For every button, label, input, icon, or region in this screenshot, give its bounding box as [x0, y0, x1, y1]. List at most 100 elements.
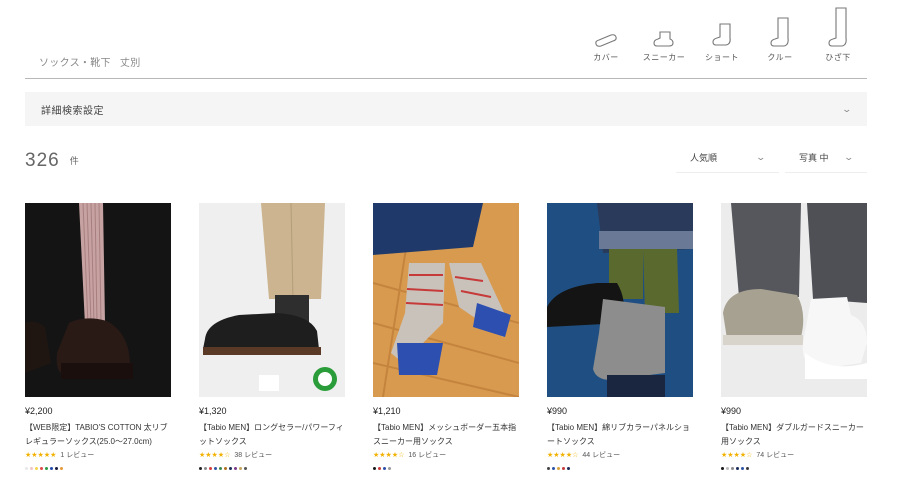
color-swatch[interactable]: [547, 467, 550, 470]
photo-size-select[interactable]: 写真 中 ⌄: [785, 143, 867, 173]
color-swatch[interactable]: [741, 467, 744, 470]
color-swatch[interactable]: [388, 467, 391, 470]
result-count-number: 326: [25, 150, 60, 171]
product-card[interactable]: ¥990 【Tabio MEN】綿リブカラーパネルショートソックス ★★★★☆ …: [547, 203, 693, 470]
product-name[interactable]: 【Tabio MEN】メッシュボーダー五本指スニーカー用ソックス: [373, 421, 519, 449]
color-swatch[interactable]: [373, 467, 376, 470]
color-swatch[interactable]: [30, 467, 33, 470]
color-swatch[interactable]: [731, 467, 734, 470]
color-swatch[interactable]: [204, 467, 207, 470]
chevron-down-icon: ⌄: [841, 103, 853, 114]
chevron-down-icon: ⌄: [755, 152, 767, 162]
color-swatch[interactable]: [557, 467, 560, 470]
photo-size-select-value: 写真 中: [799, 153, 829, 163]
color-swatch[interactable]: [721, 467, 724, 470]
length-filter-label: ひざ下: [825, 53, 851, 62]
color-swatch[interactable]: [736, 467, 739, 470]
color-swatch[interactable]: [378, 467, 381, 470]
breadcrumb-current: 丈別: [119, 58, 141, 69]
product-image[interactable]: [721, 203, 867, 397]
color-swatches: [547, 467, 693, 470]
knee-sock-icon: [826, 4, 850, 48]
color-swatch[interactable]: [229, 467, 232, 470]
color-swatch[interactable]: [40, 467, 43, 470]
product-name[interactable]: 【Tabio MEN】綿リブカラーパネルショートソックス: [547, 421, 693, 449]
review-count[interactable]: 74 レビュー: [756, 450, 794, 460]
color-swatch[interactable]: [50, 467, 53, 470]
color-swatch[interactable]: [746, 467, 749, 470]
color-swatch[interactable]: [55, 467, 58, 470]
product-card[interactable]: ¥2,200 【WEB限定】TABIO'S COTTON 太リブレギュラーソック…: [25, 203, 171, 470]
color-swatch[interactable]: [567, 467, 570, 470]
color-swatches: [199, 467, 345, 470]
product-image[interactable]: [547, 203, 693, 397]
color-swatch[interactable]: [214, 467, 217, 470]
color-swatch[interactable]: [60, 467, 63, 470]
product-name[interactable]: 【Tabio MEN】ロングセラー/パワーフィットソックス: [199, 421, 345, 449]
length-filter-label: ショート: [705, 53, 739, 62]
color-swatch[interactable]: [199, 467, 202, 470]
product-image[interactable]: [25, 203, 171, 397]
color-swatch[interactable]: [224, 467, 227, 470]
length-filter-label: カバー: [593, 53, 619, 62]
product-rating: ★★★★☆ 16 レビュー: [373, 450, 519, 460]
color-swatch[interactable]: [562, 467, 565, 470]
color-swatch[interactable]: [209, 467, 212, 470]
product-price: ¥990: [547, 406, 568, 416]
review-count[interactable]: 1 レビュー: [60, 450, 94, 460]
product-rating: ★★★★☆ 74 レビュー: [721, 450, 867, 460]
product-rating: ★★★★☆ 38 レビュー: [199, 450, 345, 460]
color-swatch[interactable]: [35, 467, 38, 470]
review-count[interactable]: 16 レビュー: [408, 450, 446, 460]
color-swatch[interactable]: [383, 467, 386, 470]
product-card[interactable]: ¥990 【Tabio MEN】ダブルガードスニーカー用ソックス ★★★★☆ 7…: [721, 203, 867, 470]
color-swatches: [721, 467, 867, 470]
color-swatch[interactable]: [239, 467, 242, 470]
product-name[interactable]: 【Tabio MEN】ダブルガードスニーカー用ソックス: [721, 421, 867, 449]
advanced-search-label: 詳細検索設定: [41, 105, 104, 117]
breadcrumb: ソックス・靴下 丈別: [39, 54, 141, 69]
advanced-search-toggle[interactable]: 詳細検索設定 ⌄: [25, 92, 867, 126]
product-image[interactable]: [373, 203, 519, 397]
star-rating-icon: ★★★★☆: [721, 452, 753, 459]
color-swatch[interactable]: [25, 467, 28, 470]
review-count[interactable]: 38 レビュー: [234, 450, 272, 460]
color-swatch[interactable]: [726, 467, 729, 470]
product-rating: ★★★★☆ 44 レビュー: [547, 450, 693, 460]
length-filter-knee[interactable]: ひざ下: [809, 4, 867, 63]
sneaker-sock-icon: [651, 4, 677, 48]
cover-sock-icon: [593, 4, 619, 48]
color-swatch[interactable]: [552, 467, 555, 470]
length-filter-cover[interactable]: カバー: [577, 4, 635, 63]
product-price: ¥1,320: [199, 406, 227, 416]
length-filter-short[interactable]: ショート: [693, 4, 751, 63]
length-filter-nav: カバー スニーカー ショート クルー ひざ下: [577, 4, 867, 63]
star-rating-icon: ★★★★☆: [373, 452, 405, 459]
color-swatch[interactable]: [45, 467, 48, 470]
color-swatch[interactable]: [244, 467, 247, 470]
product-name[interactable]: 【WEB限定】TABIO'S COTTON 太リブレギュラーソックス(25.0～…: [25, 421, 171, 449]
product-price: ¥2,200: [25, 406, 53, 416]
color-swatches: [373, 467, 519, 470]
product-card[interactable]: ¥1,320 【Tabio MEN】ロングセラー/パワーフィットソックス ★★★…: [199, 203, 345, 470]
review-count[interactable]: 44 レビュー: [582, 450, 620, 460]
color-swatch[interactable]: [234, 467, 237, 470]
page-header: ソックス・靴下 丈別 カバー スニーカー ショート クルー ひざ下: [25, 0, 867, 79]
product-image[interactable]: [199, 203, 345, 397]
sort-select[interactable]: 人気順 ⌄: [676, 143, 779, 173]
star-rating-icon: ★★★★☆: [547, 452, 579, 459]
result-count-unit: 件: [69, 156, 79, 166]
product-rating: ★★★★★ 1 レビュー: [25, 450, 171, 460]
length-filter-crew[interactable]: クルー: [751, 4, 809, 63]
color-swatch[interactable]: [219, 467, 222, 470]
short-sock-icon: [710, 4, 734, 48]
sort-select-value: 人気順: [690, 153, 718, 163]
breadcrumb-category[interactable]: ソックス・靴下: [39, 58, 111, 69]
product-price: ¥990: [721, 406, 742, 416]
product-card[interactable]: ¥1,210 【Tabio MEN】メッシュボーダー五本指スニーカー用ソックス …: [373, 203, 519, 470]
star-rating-icon: ★★★★☆: [199, 452, 231, 459]
chevron-down-icon: ⌄: [843, 152, 855, 162]
product-price: ¥1,210: [373, 406, 401, 416]
length-filter-sneaker[interactable]: スニーカー: [635, 4, 693, 63]
crew-sock-icon: [768, 4, 792, 48]
